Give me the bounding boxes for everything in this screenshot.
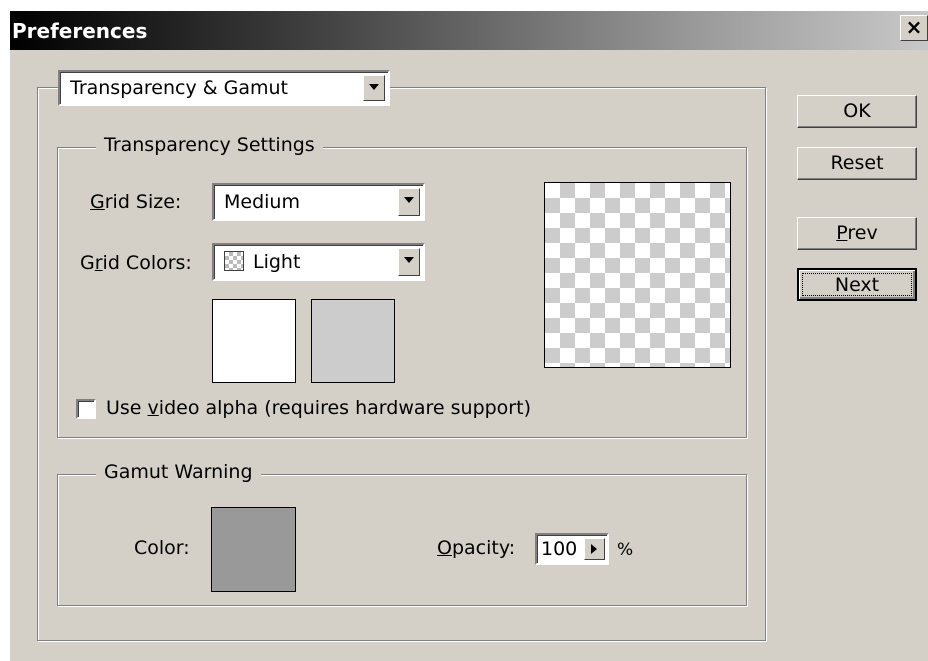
section-dropdown-value: Transparency & Gamut (70, 77, 288, 99)
grid-colors-dropdown[interactable]: Light (212, 243, 425, 281)
grid-colors-label-prefix: G (80, 252, 95, 274)
grid-size-value: Medium (224, 191, 300, 213)
grid-colors-label-text: id Colors: (102, 252, 192, 274)
chevron-down-icon[interactable] (363, 75, 385, 101)
opacity-value[interactable]: 100 (541, 538, 577, 560)
section-dropdown[interactable]: Transparency & Gamut (58, 70, 390, 106)
grid-colors-value-wrap: Light (224, 251, 300, 273)
arrow-right-icon[interactable] (584, 538, 605, 560)
opacity-label: Opacity: (437, 537, 515, 559)
grid-size-dropdown[interactable]: Medium (212, 183, 425, 221)
gamut-color-swatch[interactable] (211, 507, 296, 592)
grid-colors-label: Grid Colors: (80, 252, 192, 274)
title-bar[interactable]: Preferences × (10, 11, 928, 50)
checkerboard-icon (224, 251, 244, 271)
transparency-settings-legend: Transparency Settings (96, 134, 323, 156)
video-alpha-label[interactable]: Use video alpha (requires hardware suppo… (106, 397, 531, 419)
prev-button-label-text: rev (847, 222, 878, 244)
window-title: Preferences (12, 19, 148, 43)
preferences-dialog: Preferences × Transparency & Gamut Trans… (0, 0, 928, 661)
gamut-color-label: Color: (134, 537, 190, 559)
grid-size-mnemonic: G (90, 191, 105, 213)
window-edge-top (0, 0, 928, 11)
grid-size-label: Grid Size: (90, 191, 181, 213)
transparency-grid-preview (544, 182, 731, 368)
grid-color-swatch-1[interactable] (212, 299, 296, 383)
close-button[interactable]: × (900, 15, 928, 41)
grid-colors-mnemonic: r (94, 252, 103, 274)
video-alpha-label-prefix: Use (106, 397, 148, 419)
prev-mnemonic: P (836, 222, 848, 244)
reset-button[interactable]: Reset (797, 147, 917, 180)
opacity-unit: % (617, 540, 634, 560)
ok-button[interactable]: OK (797, 95, 917, 128)
opacity-input[interactable]: 100 (535, 533, 609, 565)
opacity-mnemonic: O (437, 537, 452, 559)
video-alpha-mnemonic: v (147, 397, 159, 419)
opacity-label-text: pacity: (451, 537, 516, 559)
grid-size-label-text: rid Size: (104, 191, 182, 213)
prev-button[interactable]: Prev (797, 217, 917, 250)
video-alpha-label-text: ideo alpha (requires hardware support) (158, 397, 531, 419)
grid-color-swatch-2[interactable] (311, 299, 395, 383)
chevron-down-icon[interactable] (398, 248, 420, 276)
close-icon: × (905, 15, 923, 39)
window-edge-left (0, 0, 10, 661)
next-button[interactable]: Next (797, 268, 917, 301)
video-alpha-checkbox[interactable] (76, 399, 96, 419)
gamut-warning-legend: Gamut Warning (96, 461, 261, 483)
grid-colors-value: Light (253, 251, 301, 273)
chevron-down-icon[interactable] (398, 188, 420, 216)
